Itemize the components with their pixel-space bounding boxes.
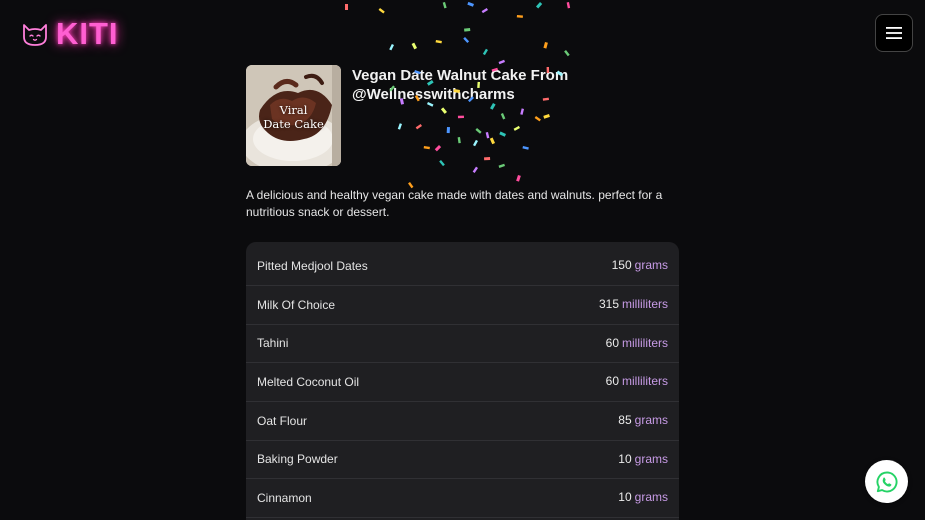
ingredient-unit: milliliters: [622, 374, 668, 389]
ingredient-row: Melted Coconut Oil 60 milliliters: [246, 363, 679, 403]
confetti-piece: [345, 4, 348, 10]
cat-face-icon: [23, 24, 47, 46]
ingredient-unit: grams: [634, 451, 668, 466]
thumbnail-caption: Viral Date Cake: [246, 103, 341, 131]
ingredient-row: Tahini 60 milliliters: [246, 325, 679, 364]
confetti-piece: [411, 42, 418, 50]
ingredient-amount: 60: [605, 335, 619, 350]
confetti-piece: [564, 49, 570, 57]
ingredient-amount: 150: [611, 258, 632, 272]
brand-name: KITI: [56, 16, 119, 51]
ingredient-row: Milk Of Choice 315 milliliters: [246, 286, 679, 325]
ingredient-unit: milliliters: [622, 297, 668, 311]
ingredients-table: Pitted Medjool Dates 150 grams Milk Of Choi…: [246, 242, 679, 520]
confetti-piece: [472, 166, 479, 173]
ingredient-name: Oat Flour: [257, 413, 308, 428]
ingredient-unit: milliliters: [622, 335, 668, 350]
confetti-piece: [435, 40, 442, 44]
ingredient-name: Melted Coconut Oil: [257, 375, 360, 390]
ingredient-unit: grams: [634, 258, 668, 272]
confetti-piece: [378, 7, 385, 14]
confetti-piece: [516, 175, 521, 182]
thumbnail-caption-line2: Date Cake: [263, 117, 324, 131]
confetti-piece: [442, 2, 447, 9]
ingredient-quantity: 85 grams: [618, 413, 668, 427]
recipe-page: KITI Viral Date Cake Vegan Date Walnut C…: [0, 0, 925, 520]
ingredient-row: Cinnamon 10 grams: [246, 479, 679, 519]
ingredient-quantity: 10 grams: [618, 452, 668, 466]
confetti-piece: [482, 48, 488, 56]
ingredient-quantity: 10 grams: [618, 490, 668, 504]
ingredient-quantity: 60 milliliters: [606, 336, 668, 350]
ingredient-quantity: 60 milliliters: [606, 374, 668, 388]
confetti-piece: [467, 1, 475, 7]
ingredient-name: Cinnamon: [257, 491, 312, 506]
recipe-title: Vegan Date Walnut Cake From @Wellnesswit…: [352, 67, 569, 103]
thumbnail-caption-line1: Viral: [279, 103, 308, 117]
confetti-piece: [464, 27, 471, 32]
recipe-header: Viral Date Cake Vegan Date Walnut Cake F…: [246, 65, 582, 166]
ingredient-amount: 60: [605, 374, 619, 389]
confetti-piece: [389, 43, 394, 51]
confetti-piece: [463, 37, 470, 44]
ingredient-row: Oat Flour 85 grams: [246, 402, 679, 441]
menu-button[interactable]: [875, 14, 913, 52]
hamburger-menu-icon: [886, 27, 902, 39]
recipe-thumbnail[interactable]: Viral Date Cake: [246, 65, 341, 166]
ingredient-unit: grams: [634, 413, 668, 428]
ingredient-amount: 315: [598, 297, 619, 311]
brand-logo[interactable]: KITI: [20, 16, 119, 52]
ingredient-amount: 85: [618, 413, 632, 428]
ingredient-name: Tahini: [257, 336, 289, 351]
whatsapp-icon: [876, 471, 898, 492]
confetti-piece: [566, 2, 571, 9]
ingredient-name: Baking Powder: [257, 452, 338, 467]
ingredient-row: Baking Powder 10 grams: [246, 441, 679, 480]
confetti-piece: [543, 41, 548, 49]
confetti-piece: [516, 15, 523, 18]
recipe-description: A delicious and healthy vegan cake made …: [246, 188, 663, 219]
whatsapp-button[interactable]: [865, 460, 908, 503]
ingredient-name: Pitted Medjool Dates: [257, 259, 368, 273]
confetti-piece: [498, 59, 505, 65]
ingredient-quantity: 315 milliliters: [599, 297, 668, 311]
ingredient-amount: 10: [618, 451, 632, 466]
ingredient-amount: 10: [618, 490, 632, 505]
ingredient-name: Milk Of Choice: [257, 297, 336, 312]
ingredient-row: Pitted Medjool Dates 150 grams: [246, 242, 679, 286]
ingredient-quantity: 150 grams: [612, 258, 668, 272]
confetti-piece: [481, 7, 488, 14]
confetti-piece: [535, 1, 543, 9]
ingredient-unit: grams: [634, 490, 668, 505]
